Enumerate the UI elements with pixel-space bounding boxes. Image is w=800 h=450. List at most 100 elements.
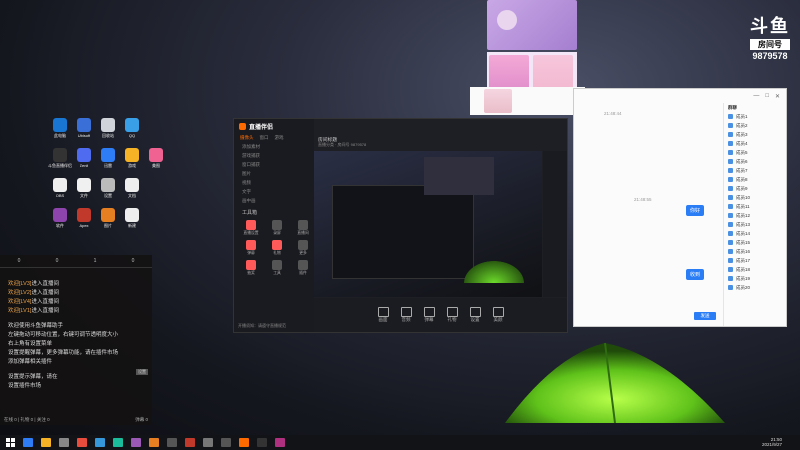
tool-label: 录屏 [273, 231, 281, 235]
taskbar-app-icon[interactable] [113, 438, 123, 447]
desktop-icon-label: 斗鱼直播伴侣 [48, 163, 72, 168]
video-thumbnail-window[interactable] [470, 87, 585, 115]
app-icon [101, 208, 115, 222]
desktop-icon[interactable]: 迅雷 [96, 148, 120, 178]
toolbar-button[interactable]: 画面 [377, 307, 389, 323]
taskbar-app-icon[interactable] [221, 438, 231, 447]
member-row[interactable]: 成员12 [724, 211, 786, 220]
source-menu-item[interactable]: 图片 [242, 169, 314, 178]
tool-button[interactable]: 录屏 [266, 220, 288, 236]
member-row[interactable]: 成员20 [724, 283, 786, 292]
stream-preview[interactable] [314, 151, 542, 297]
member-row[interactable]: 成员18 [724, 265, 786, 274]
member-row[interactable]: 成员2 [724, 121, 786, 130]
desktop-icon[interactable]: 游戏 [120, 148, 144, 178]
desktop-icon[interactable]: 设置 [96, 178, 120, 208]
maximize-button[interactable]: □ [765, 93, 769, 99]
taskbar-app-icon[interactable] [275, 438, 285, 447]
desktop-icon-label: OBS [55, 193, 65, 198]
tool-button[interactable]: 插件 [292, 260, 314, 276]
desktop-icon[interactable]: 新建 [120, 208, 144, 238]
source-menu-item[interactable]: 游戏捕获 [242, 151, 314, 160]
tool-button[interactable]: 工具 [266, 260, 288, 276]
taskbar-app-icon[interactable] [167, 438, 177, 447]
member-row[interactable]: 成员14 [724, 229, 786, 238]
desktop-icon[interactable]: 美图 [144, 148, 168, 178]
taskbar-app-icon[interactable] [59, 438, 69, 447]
app-icon [77, 118, 91, 132]
desktop-icon[interactable]: 回收站 [96, 118, 120, 148]
member-row[interactable]: 成员1 [724, 112, 786, 121]
desktop-icon[interactable]: 软件 [48, 208, 72, 238]
desktop-icon[interactable]: Ubisoft [72, 118, 96, 148]
taskbar-app-icon[interactable] [95, 438, 105, 447]
system-clock[interactable]: 21:50 2021/9/27 [762, 437, 782, 447]
member-row[interactable]: 成员4 [724, 139, 786, 148]
source-menu-item[interactable]: 添加素材 [242, 142, 314, 151]
toolbar-button[interactable]: 设置 [469, 307, 481, 323]
taskbar-app-icon[interactable] [203, 438, 213, 447]
source-menu-item[interactable]: 画中画 [242, 196, 314, 205]
logo-brand: 斗鱼 [750, 16, 790, 37]
desktop-icon[interactable]: 文档 [120, 178, 144, 208]
source-menu-item[interactable]: 窗口捕获 [242, 160, 314, 169]
member-row[interactable]: 成员9 [724, 184, 786, 193]
taskbar-app-icon[interactable] [131, 438, 141, 447]
message-time: 21:48:44 [604, 111, 622, 116]
toolbar-button[interactable]: 弹幕 [423, 307, 435, 323]
app-brand-text: 直播伴侣 [249, 124, 274, 131]
source-menu-item[interactable]: 视频 [242, 178, 314, 187]
toolbar-button[interactable]: 音频 [400, 307, 412, 323]
profile-window[interactable] [487, 0, 577, 50]
desktop-icon[interactable]: 此电脑 [48, 118, 72, 148]
danmaku-panel[interactable]: 0010 欢迎[LV3]进入直播间 欢迎[LV2]进入直播间 欢迎[LV4]进入直播… [0, 255, 152, 425]
desktop-icon[interactable]: Zenit [72, 148, 96, 178]
chat-stats: 0 0 1 0 [0, 255, 152, 268]
member-row[interactable]: 成员6 [724, 157, 786, 166]
member-row[interactable]: 成员19 [724, 274, 786, 283]
source-tab[interactable]: 窗口 [260, 135, 269, 141]
minimize-button[interactable]: — [753, 93, 759, 99]
member-row[interactable]: 成员15 [724, 238, 786, 247]
taskbar-app-icon[interactable] [257, 438, 267, 447]
member-row[interactable]: 成员5 [724, 148, 786, 157]
chat-text: 进入直播间 [31, 299, 59, 305]
close-button[interactable]: ✕ [775, 93, 780, 100]
desktop-icon[interactable]: 斗鱼直播伴侣 [48, 148, 72, 178]
source-menu-item[interactable]: 文字 [242, 187, 314, 196]
app-footnote: 开播须知：请遵守直播规范 [238, 323, 286, 328]
tool-button[interactable]: 更多 [292, 240, 314, 256]
taskbar-app-icon[interactable] [185, 438, 195, 447]
member-row[interactable]: 成员8 [724, 175, 786, 184]
member-row[interactable]: 成员11 [724, 202, 786, 211]
taskbar-app-icon[interactable] [23, 438, 33, 447]
tool-button[interactable]: 直播设置 [240, 220, 262, 236]
send-button[interactable]: 发送 [694, 312, 716, 320]
taskbar-app-icon[interactable] [77, 438, 87, 447]
taskbar-app-icon[interactable] [41, 438, 51, 447]
desktop-icon[interactable]: 图片 [96, 208, 120, 238]
desktop-icon[interactable]: QQ [120, 118, 144, 148]
desktop-icon[interactable]: 文件 [72, 178, 96, 208]
toolbar-button[interactable]: 美颜 [492, 307, 504, 323]
start-icon[interactable] [6, 438, 15, 447]
source-tab[interactable]: 摄像头 [240, 135, 254, 141]
source-tab[interactable]: 游戏 [275, 135, 284, 141]
member-row[interactable]: 成员7 [724, 166, 786, 175]
desktop-icon[interactable]: OBS [48, 178, 72, 208]
tool-button[interactable]: 直播间 [292, 220, 314, 236]
tool-button[interactable]: 抽奖 [240, 260, 262, 276]
tool-button[interactable]: 弹幕 [240, 240, 262, 256]
taskbar-app-icon[interactable] [149, 438, 159, 447]
tool-button[interactable]: 礼物 [266, 240, 288, 256]
member-row[interactable]: 成员13 [724, 220, 786, 229]
member-row[interactable]: 成员16 [724, 247, 786, 256]
member-row[interactable]: 成员17 [724, 256, 786, 265]
member-row[interactable]: 成员3 [724, 130, 786, 139]
group-chat-window[interactable]: — □ ✕ 21:48:44 你好 21:48:55 收到 发送 群聊 成员1 成… [573, 88, 787, 327]
member-row[interactable]: 成员10 [724, 193, 786, 202]
live-companion-window[interactable]: 直播伴侣 摄像头 窗口 游戏 添加素材 游戏捕获 窗口捕获 图片 视频 文字 画中画 工具箱 直… [233, 118, 568, 333]
taskbar-app-icon[interactable] [239, 438, 249, 447]
desktop-icon[interactable]: Apex [72, 208, 96, 238]
toolbar-button[interactable]: 礼物 [446, 307, 458, 323]
